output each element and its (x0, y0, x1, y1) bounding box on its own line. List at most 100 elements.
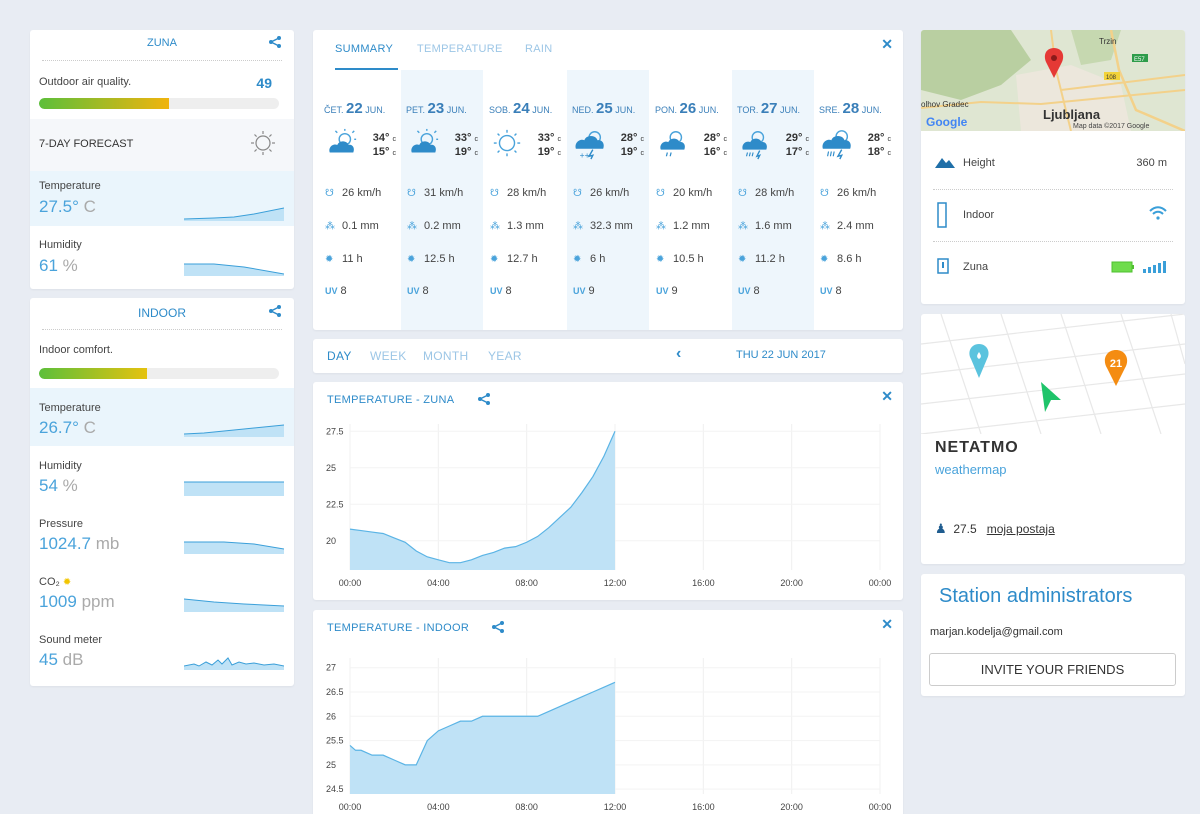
forecast-day-22[interactable]: ČET. 22 JUN. 34° c 15° c ☋ 26 km/h ⁂ 0.1 mm ✹… (319, 70, 401, 330)
co2-warning-icon: ✹ (62, 577, 72, 588)
tab-rain[interactable]: RAIN (525, 43, 552, 55)
uv-value: UV 9 (656, 285, 678, 297)
wind-icon: ☋ (407, 188, 416, 199)
sun-hours-value: ✹ 12.7 h (490, 253, 538, 265)
x-tick-label: 08:00 (515, 578, 538, 588)
rain-value: ⁂ 0.2 mm (407, 220, 461, 232)
indoor-humidity-row[interactable]: Humidity 54 % (30, 446, 294, 504)
x-tick-label: 12:00 (604, 578, 627, 588)
wind-icon: ☋ (656, 188, 665, 199)
series-area (350, 682, 615, 794)
wind-icon: ☋ (820, 188, 829, 199)
map-label-e57: E57 (1134, 57, 1145, 63)
share-icon[interactable] (268, 304, 282, 318)
day-label: PON. 26 JUN. (655, 100, 719, 117)
rain-value: ⁂ 1.2 mm (656, 220, 710, 232)
sound-value: 45 dB (39, 650, 84, 669)
period-day[interactable]: DAY (327, 349, 352, 363)
indoor-temperature-row[interactable]: Temperature 26.7° C (30, 388, 294, 446)
chart-plot[interactable]: 00:00 04:00 08:00 12:00 16:00 20:00 00:00 27 26.… (313, 610, 903, 814)
uv-icon: UV (407, 286, 420, 296)
forecast-row[interactable]: 7-DAY FORECAST (30, 119, 294, 171)
sun-small-icon: ✹ (573, 254, 582, 265)
close-icon[interactable]: ✕ (881, 36, 893, 53)
rain-icon: ⁂ (573, 221, 583, 232)
period-month[interactable]: MONTH (423, 349, 469, 363)
temp-max: 28° c (620, 132, 644, 144)
indoor-module-row[interactable]: Indoor (935, 202, 1171, 230)
y-tick-label: 24.5 (326, 784, 344, 794)
x-tick-label: 04:00 (427, 802, 450, 812)
uv-icon: UV (820, 286, 833, 296)
rain-icon: ⁂ (656, 221, 666, 232)
mountain-icon (935, 158, 955, 168)
battery-icon (1111, 261, 1134, 273)
outdoor-module-card: ZUNA Outdoor air quality. 49 7-DAY FOREC… (30, 30, 294, 289)
uv-icon: UV (738, 286, 751, 296)
wind-value: ☋ 26 km/h (573, 187, 630, 199)
temperature-sparkline (184, 424, 284, 437)
period-year[interactable]: YEAR (488, 349, 522, 363)
x-tick-label: 00:00 (869, 802, 892, 812)
wind-value: ☋ 26 km/h (820, 187, 877, 199)
outdoor-module-row[interactable]: Zuna (935, 257, 1171, 277)
share-icon[interactable] (268, 35, 282, 49)
rain-value: ⁂ 2.4 mm (820, 220, 874, 232)
location-map[interactable]: E57 108 Trzin olhov Gradec Ljubljana Goo… (921, 30, 1185, 131)
co2-row[interactable]: CO₂ ✹ 1009 ppm (30, 562, 294, 620)
svg-text:++: ++ (580, 150, 590, 160)
forecast-day-24[interactable]: SOB. 24 JUN. 33° c 19° c ☋ 28 km/h ⁂ 1.3 mm ✹… (484, 70, 566, 330)
temp-max: 34° c (372, 132, 396, 144)
outdoor-humidity-row[interactable]: Humidity 61 % (30, 226, 294, 286)
temperature-label: Temperature (39, 402, 101, 414)
y-tick-label: 27.5 (326, 426, 344, 436)
temperature-label: Temperature (39, 180, 101, 192)
station-card: E57 108 Trzin olhov Gradec Ljubljana Goo… (921, 30, 1185, 304)
forecast-day-28[interactable]: SRE. 28 JUN. 28° c 18° c ☋ 26 km/h ⁂ 2.4 mm ✹… (814, 70, 896, 330)
temp-max: 33° c (454, 132, 478, 144)
chevron-left-icon[interactable]: ‹ (676, 345, 681, 363)
weathermap-subtitle: weathermap (935, 462, 1007, 477)
sun-hours-value: ✹ 12.5 h (407, 253, 455, 265)
day-label: NED. 25 JUN. (572, 100, 636, 117)
sun-hours-value: ✹ 10.5 h (656, 253, 704, 265)
signal-icon (1143, 261, 1166, 273)
humidity-sparkline (184, 481, 284, 496)
period-week[interactable]: WEEK (370, 349, 407, 363)
forecast-day-27[interactable]: TOR. 27 JUN. 29° c 17° c ☋ 28 km/h ⁂ 1.6 mm ✹… (732, 70, 814, 330)
forecast-day-23[interactable]: PET. 23 JUN. 33° c 19° c ☋ 31 km/h ⁂ 0.2 mm ✹… (401, 70, 483, 330)
pressure-row[interactable]: Pressure 1024.7 mb (30, 504, 294, 562)
uv-value: UV 8 (407, 285, 429, 297)
pressure-value: 1024.7 mb (39, 534, 120, 553)
y-tick-label: 22.5 (326, 499, 344, 509)
indoor-module-card: INDOOR Indoor comfort. Temperature 26.7°… (30, 298, 294, 686)
x-tick-label: 00:00 (869, 578, 892, 588)
chart-plot[interactable]: 00:00 04:00 08:00 12:00 16:00 20:00 00:00 27.5 2… (313, 382, 903, 600)
map-label-trzin: Trzin (1099, 37, 1116, 46)
temp-min: 17° c (785, 146, 809, 158)
x-tick-label: 08:00 (515, 802, 538, 812)
wind-value: ☋ 20 km/h (656, 187, 713, 199)
rain-pin-icon (969, 344, 989, 378)
co2-sparkline (184, 598, 284, 612)
indoor-comfort-gauge (39, 368, 279, 379)
weathermap-card[interactable]: 21 NETATMO weathermap ♟ 27.5 moja postaj… (921, 314, 1185, 564)
invite-friends-button[interactable]: INVITE YOUR FRIENDS (929, 653, 1176, 686)
tab-temperature[interactable]: TEMPERATURE (417, 43, 503, 55)
navigation-arrow-icon (1041, 382, 1061, 412)
forecast-day-26[interactable]: PON. 26 JUN. 28° c 16° c ☋ 20 km/h ⁂ 1.2 mm ✹… (650, 70, 732, 330)
my-station-link[interactable]: moja postaja (987, 522, 1055, 536)
humidity-value: 61 % (39, 256, 78, 275)
day-label: ČET. 22 JUN. (324, 100, 386, 117)
temperature-chart-outdoor: TEMPERATURE - ZUNA ✕ 00:00 04:00 08:00 12:0… (313, 382, 903, 600)
storm-snow-icon: ++ (575, 131, 604, 160)
indoor-comfort-label: Indoor comfort. (39, 344, 113, 356)
uv-value: UV 8 (738, 285, 760, 297)
outdoor-temperature-row[interactable]: Temperature 27.5° C (30, 171, 294, 226)
sound-sparkline (184, 657, 284, 670)
tab-summary[interactable]: SUMMARY (335, 43, 393, 55)
my-station-row: ♟ 27.5 moja postaja (935, 521, 1055, 537)
forecast-day-25[interactable]: NED. 25 JUN. ++ 28° c 19° c ☋ 26 km/h ⁂ 32.3 … (567, 70, 649, 330)
sound-row[interactable]: Sound meter 45 dB (30, 620, 294, 678)
storm-rain-icon (822, 130, 851, 160)
